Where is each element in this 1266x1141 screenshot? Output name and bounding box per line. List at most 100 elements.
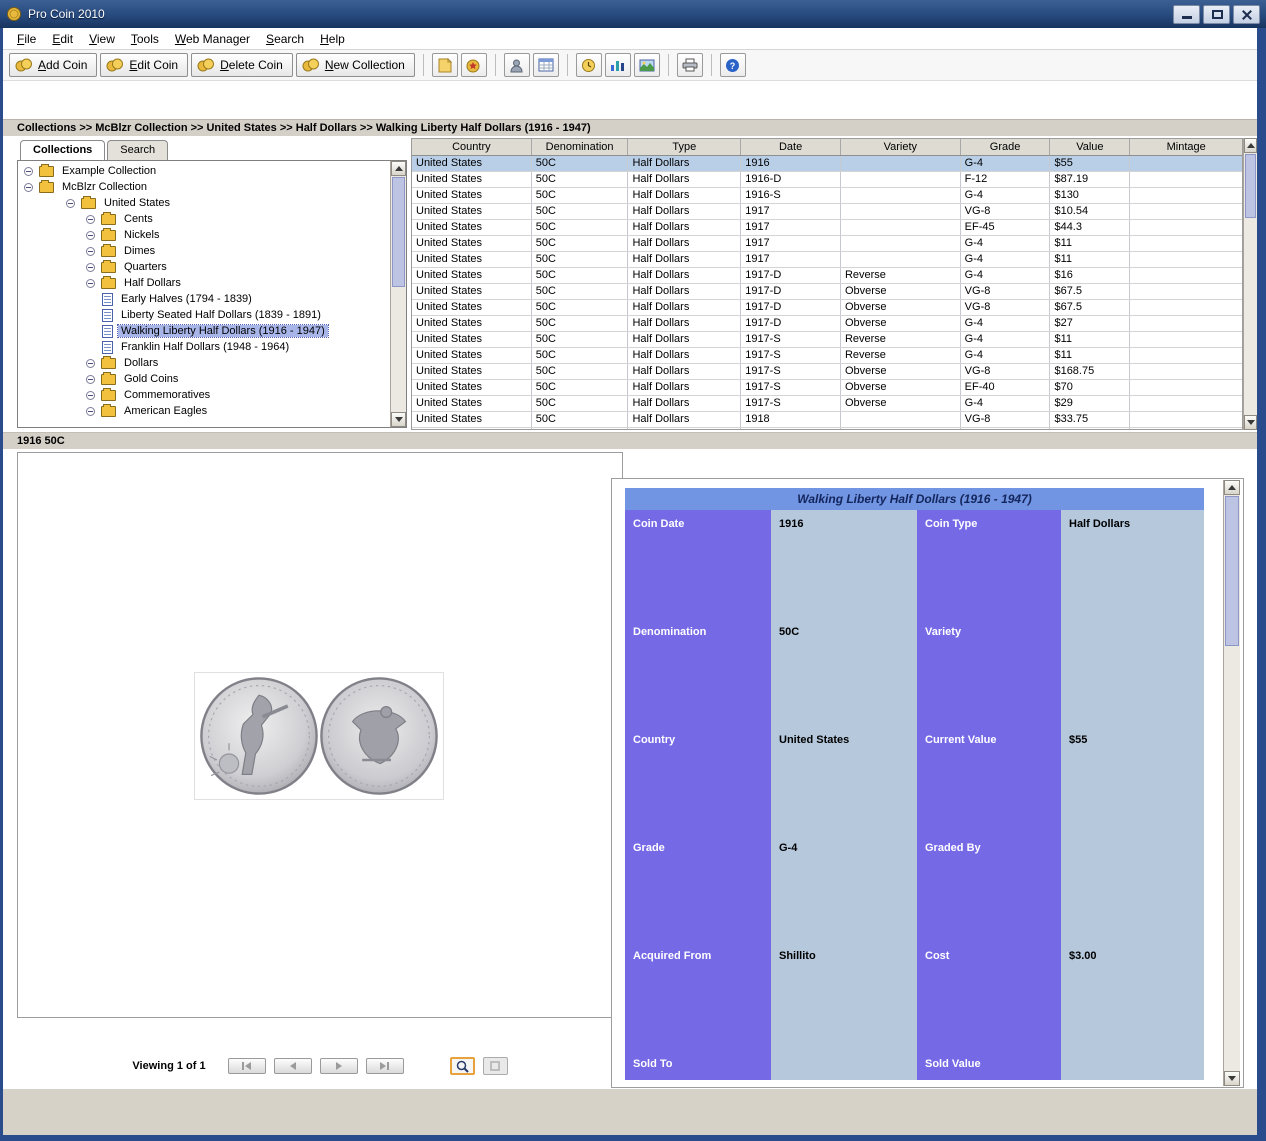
tab-search[interactable]: Search: [107, 140, 168, 160]
tree-item-american-eagles[interactable]: American Eagles: [18, 403, 389, 419]
new-collection-button[interactable]: New Collection: [296, 53, 415, 77]
table-row[interactable]: United States 50C Half Dollars 1916-S G-…: [412, 188, 1242, 204]
tree-toggle-icon[interactable]: [24, 167, 33, 176]
scroll-down-button[interactable]: [391, 412, 406, 427]
scroll-up-button[interactable]: [391, 161, 406, 176]
add-coin-button[interactable]: Add Coin: [9, 53, 97, 77]
first-record-button[interactable]: [228, 1058, 266, 1074]
table-row[interactable]: United States 50C Half Dollars 1917 G-4 …: [412, 252, 1242, 268]
table-row[interactable]: United States 50C Half Dollars 1917-D Ob…: [412, 300, 1242, 316]
column-header-type[interactable]: Type: [628, 139, 741, 155]
previous-record-button[interactable]: [274, 1058, 312, 1074]
tree-item-quarters[interactable]: Quarters: [18, 259, 389, 275]
maximize-button[interactable]: [1203, 5, 1230, 24]
tree-item-early-halves[interactable]: Early Halves (1794 - 1839): [18, 291, 389, 307]
contacts-button[interactable]: [504, 53, 530, 77]
table-row[interactable]: United States 50C Half Dollars 1916-D F-…: [412, 172, 1242, 188]
print-button[interactable]: [677, 53, 703, 77]
table-row[interactable]: United States 50C Half Dollars 1916 G-4 …: [412, 156, 1242, 172]
tree-toggle-icon[interactable]: [24, 183, 33, 192]
scroll-up-button[interactable]: [1224, 480, 1240, 495]
table-row[interactable]: United States 50C Half Dollars 1917 EF-4…: [412, 220, 1242, 236]
scroll-up-button[interactable]: [1244, 138, 1257, 153]
table-row[interactable]: United States 50C Half Dollars 1917-S Re…: [412, 332, 1242, 348]
spreadsheet-button[interactable]: [533, 53, 559, 77]
table-row[interactable]: United States 50C Half Dollars 1917-S Re…: [412, 348, 1242, 364]
tree-toggle-icon[interactable]: [86, 279, 95, 288]
tree-item-franklin-half-dollars[interactable]: Franklin Half Dollars (1948 - 1964): [18, 339, 389, 355]
menu-item[interactable]: Search: [258, 29, 312, 49]
minimize-button[interactable]: [1173, 5, 1200, 24]
table-row[interactable]: United States 50C Half Dollars 1917-D Re…: [412, 268, 1242, 284]
table-row[interactable]: United States 50C Half Dollars 1917-S Ob…: [412, 364, 1242, 380]
scroll-down-button[interactable]: [1244, 415, 1257, 430]
image-button[interactable]: [634, 53, 660, 77]
tree-item-liberty-seated-half-dollars[interactable]: Liberty Seated Half Dollars (1839 - 1891…: [18, 307, 389, 323]
delete-coin-button[interactable]: Delete Coin: [191, 53, 293, 77]
table-row[interactable]: United States 50C Half Dollars 1918 VG-8…: [412, 412, 1242, 428]
help-button[interactable]: ?: [720, 53, 746, 77]
tree-toggle-icon[interactable]: [66, 199, 75, 208]
scroll-thumb[interactable]: [1225, 496, 1239, 646]
folder-icon: [101, 246, 116, 257]
coin-wizard-button[interactable]: [461, 53, 487, 77]
tree-toggle-icon[interactable]: [86, 247, 95, 256]
tree-item-nickels[interactable]: Nickels: [18, 227, 389, 243]
menu-item[interactable]: Tools: [123, 29, 167, 49]
note-button[interactable]: [432, 53, 458, 77]
next-record-button[interactable]: [320, 1058, 358, 1074]
tree-item-mcblzr-collection[interactable]: McBlzr Collection: [18, 179, 389, 195]
chart-button[interactable]: [605, 53, 631, 77]
tree-toggle-icon[interactable]: [86, 407, 95, 416]
tree-toggle-icon[interactable]: [86, 263, 95, 272]
tree-item-half-dollars[interactable]: Half Dollars: [18, 275, 389, 291]
tree-toggle-icon[interactable]: [86, 215, 95, 224]
column-header-denomination[interactable]: Denomination: [532, 139, 629, 155]
menu-item[interactable]: Edit: [44, 29, 81, 49]
table-row[interactable]: United States 50C Half Dollars 1917 VG-8…: [412, 204, 1242, 220]
menu-item[interactable]: View: [81, 29, 123, 49]
tree-toggle-icon[interactable]: [86, 231, 95, 240]
table-row[interactable]: United States 50C Half Dollars 1918-D G-…: [412, 428, 1242, 430]
tree-item-commemoratives[interactable]: Commemoratives: [18, 387, 389, 403]
close-button[interactable]: [1233, 5, 1260, 24]
menu-item[interactable]: Help: [312, 29, 353, 49]
tree-item-dollars[interactable]: Dollars: [18, 355, 389, 371]
scroll-down-button[interactable]: [1224, 1071, 1240, 1086]
tree-item-dimes[interactable]: Dimes: [18, 243, 389, 259]
column-header-grade[interactable]: Grade: [961, 139, 1051, 155]
scroll-thumb[interactable]: [392, 177, 405, 287]
tree-toggle-icon[interactable]: [86, 391, 95, 400]
column-header-value[interactable]: Value: [1050, 139, 1130, 155]
detail-scrollbar[interactable]: [1223, 480, 1240, 1086]
tree-scrollbar[interactable]: [390, 161, 406, 427]
table-scrollbar[interactable]: [1243, 138, 1257, 430]
column-header-variety[interactable]: Variety: [841, 139, 961, 155]
column-header-mintage[interactable]: Mintage: [1130, 139, 1242, 155]
tab-collections[interactable]: Collections: [20, 140, 105, 160]
tree-toggle-icon[interactable]: [86, 359, 95, 368]
edit-coin-button[interactable]: Edit Coin: [100, 53, 188, 77]
actual-size-button[interactable]: [483, 1057, 508, 1075]
tree-item-gold-coins[interactable]: Gold Coins: [18, 371, 389, 387]
menu-item[interactable]: Web Manager: [167, 29, 258, 49]
tree-item-united-states[interactable]: United States: [18, 195, 389, 211]
last-record-button[interactable]: [366, 1058, 404, 1074]
toolbar-gap: [3, 81, 1257, 119]
tree-item-cents[interactable]: Cents: [18, 211, 389, 227]
tree-item-walking-liberty-half-dollars[interactable]: Walking Liberty Half Dollars (1916 - 194…: [18, 323, 389, 339]
zoom-button[interactable]: [450, 1057, 475, 1075]
table-row[interactable]: United States 50C Half Dollars 1917 G-4 …: [412, 236, 1242, 252]
tree-item-example-collection[interactable]: Example Collection: [18, 163, 389, 179]
table-row[interactable]: United States 50C Half Dollars 1917-S Ob…: [412, 396, 1242, 412]
column-header-date[interactable]: Date: [741, 139, 841, 155]
table-row[interactable]: United States 50C Half Dollars 1917-S Ob…: [412, 380, 1242, 396]
tree-toggle-icon[interactable]: [86, 375, 95, 384]
column-header-country[interactable]: Country: [412, 139, 532, 155]
table-row[interactable]: United States 50C Half Dollars 1917-D Ob…: [412, 316, 1242, 332]
scroll-thumb[interactable]: [1245, 154, 1256, 218]
menu-item[interactable]: File: [9, 29, 44, 49]
table-cell: [841, 252, 961, 267]
clock-button[interactable]: [576, 53, 602, 77]
table-row[interactable]: United States 50C Half Dollars 1917-D Ob…: [412, 284, 1242, 300]
